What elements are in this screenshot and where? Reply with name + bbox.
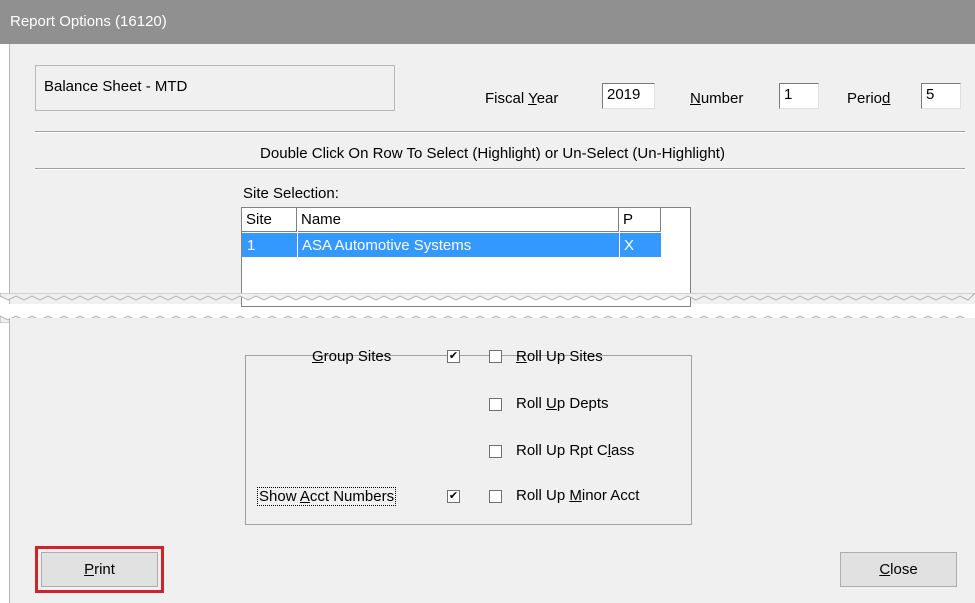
fiscal-year-label: Fiscal Year (485, 90, 559, 107)
site-grid[interactable]: Site Name P 1 ASA Automotive Systems X (241, 207, 691, 307)
column-header-name[interactable]: Name (297, 208, 619, 232)
title-bar: Report Options (16120) (0, 0, 975, 44)
number-field[interactable]: 1 (779, 83, 819, 109)
instruction-text: Double Click On Row To Select (Highlight… (260, 145, 725, 162)
roll-up-minor-acct-label: Roll Up Minor Acct (516, 487, 640, 504)
group-sites-label: Group Sites (312, 348, 392, 365)
column-header-site[interactable]: Site (242, 208, 297, 232)
report-options-window: Report Options (16120) Balance Sheet - M… (0, 0, 975, 603)
grid-divider (297, 208, 298, 257)
print-button[interactable]: Print (41, 552, 158, 587)
check-mark-icon: ✔ (448, 490, 459, 502)
table-row[interactable]: 1 ASA Automotive Systems X (242, 233, 661, 257)
group-sites-checkbox[interactable]: ✔ (447, 350, 460, 363)
grid-divider (619, 208, 620, 257)
period-label: Period (847, 90, 891, 107)
torn-edge-shape (0, 293, 975, 301)
torn-edge-top (0, 293, 975, 301)
column-header-p[interactable]: P (619, 208, 661, 232)
roll-up-depts-label: Roll Up Depts (516, 395, 609, 412)
period-field[interactable]: 5 (921, 83, 961, 109)
cell-site: 1 (247, 237, 256, 254)
cell-name: ASA Automotive Systems (302, 237, 472, 254)
close-button[interactable]: Close (840, 552, 957, 587)
roll-up-depts-checkbox[interactable] (489, 398, 502, 411)
check-mark-icon: ✔ (448, 350, 459, 362)
cell-p: X (624, 237, 635, 254)
roll-up-sites-label: Roll Up Sites (516, 348, 603, 365)
separator-bottom (35, 168, 965, 170)
roll-up-rpt-class-checkbox[interactable] (489, 445, 502, 458)
bottom-pane: Group Sites ✔ Show Acct Numbers ✔ Roll U… (9, 318, 975, 603)
show-acct-numbers-checkbox[interactable]: ✔ (447, 490, 460, 503)
report-name: Balance Sheet - MTD (44, 78, 188, 95)
top-pane: Balance Sheet - MTD Fiscal Year 2019 Num… (9, 44, 975, 307)
roll-up-rpt-class-label: Roll Up Rpt Class (516, 442, 635, 459)
number-label: Number (690, 90, 744, 107)
report-name-box: Balance Sheet - MTD (35, 65, 395, 111)
separator-top (35, 131, 965, 133)
window-title: Report Options (16120) (10, 13, 167, 30)
roll-up-sites-checkbox[interactable] (489, 350, 502, 363)
fiscal-year-field[interactable]: 2019 (602, 83, 655, 109)
site-selection-label: Site Selection: (243, 185, 339, 202)
show-acct-numbers-label: Show Acct Numbers (257, 487, 397, 506)
roll-up-minor-acct-checkbox[interactable] (489, 490, 502, 503)
